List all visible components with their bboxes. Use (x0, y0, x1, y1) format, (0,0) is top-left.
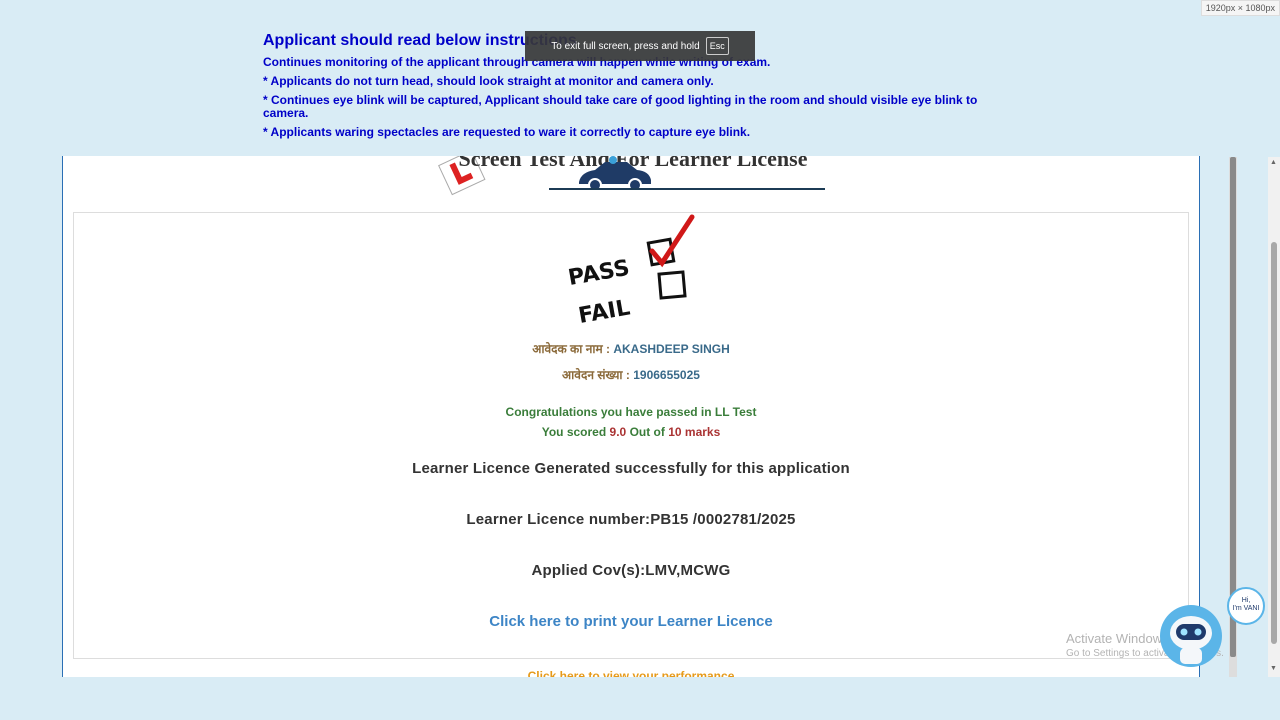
applicant-name-row: आवेदक का नाम : AKASHDEEP SINGH (74, 340, 1188, 357)
application-number-label: आवेदन संख्या : (562, 368, 630, 382)
applicant-name-label: आवेदक का नाम : (532, 342, 610, 356)
score-value: 9.0 (609, 425, 627, 439)
svg-text:I'm VANI: I'm VANI (1233, 605, 1260, 612)
pass-fail-graphic: PASS FAIL (564, 213, 704, 329)
panel-scrollbar-thumb[interactable] (1230, 157, 1236, 657)
fullscreen-toast: To exit full screen, press and hold Esc (525, 31, 755, 61)
scroll-up-icon[interactable]: ▲ (1270, 159, 1277, 166)
score-line: You scored 9.0 Out of 10 marks (74, 425, 1188, 439)
svg-text:Hi,: Hi, (1242, 597, 1251, 604)
score-total: 10 marks (668, 425, 721, 439)
licence-number: Learner Licence number:PB15 /0002781/202… (466, 511, 796, 528)
banner: Screen Test And For Learner License (433, 156, 833, 198)
print-licence-link[interactable]: Click here to print your Learner Licence (74, 613, 1188, 630)
application-number: 1906655025 (633, 368, 700, 382)
pass-checkmark-icon: PASS FAIL (566, 214, 695, 329)
instruction-line: * Applicants waring spectacles are reque… (263, 125, 751, 139)
result-content: PASS FAIL आवेदक का नाम : AKASHDEEP SINGH… (73, 212, 1189, 659)
screen-size-badge: 1920px × 1080px (1200, 0, 1280, 16)
page-scrollbar-thumb[interactable] (1271, 242, 1277, 644)
view-performance-link[interactable]: Click here to view your performance (63, 669, 1199, 677)
scroll-down-icon[interactable]: ▼ (1270, 665, 1277, 672)
application-number-row: आवेदन संख्या : 1906655025 (74, 366, 1188, 383)
instruction-line: * Continues eye blink will be captured, … (263, 93, 978, 120)
congrats-message: Congratulations you have passed in LL Te… (505, 405, 757, 419)
fullscreen-toast-text: To exit full screen, press and hold (551, 40, 700, 52)
result-panel: Screen Test And For Learner License PASS… (62, 156, 1200, 677)
chatbot-robot-icon[interactable]: Hi, I'm VANI (1158, 585, 1270, 673)
chatbot-widget[interactable]: Hi, I'm VANI (1158, 585, 1270, 673)
score-prefix: You scored (541, 425, 607, 439)
svg-text:PASS: PASS (566, 256, 631, 291)
applied-cov: Applied Cov(s):LMV,MCWG (531, 562, 731, 579)
car-icon (579, 156, 651, 192)
instruction-line: * Applicants do not turn head, should lo… (263, 74, 714, 88)
score-out-of: Out of (629, 425, 665, 439)
applicant-name: AKASHDEEP SINGH (613, 342, 730, 356)
licence-generated-message: Learner Licence Generated successfully f… (412, 460, 850, 477)
esc-key-hint: Esc (705, 37, 729, 55)
banner-underline (549, 188, 825, 190)
svg-text:FAIL: FAIL (577, 295, 632, 325)
